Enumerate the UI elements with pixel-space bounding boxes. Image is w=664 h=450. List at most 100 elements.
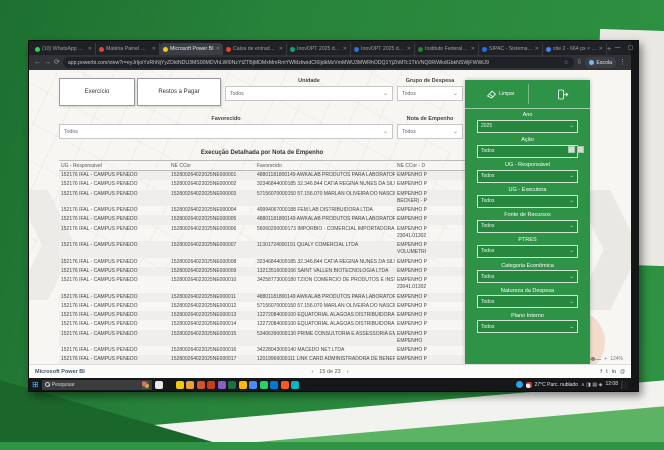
table-row[interactable]: 152176 IFAL - CAMPUS PENEDO 152800264022… xyxy=(59,206,465,215)
table-row[interactable]: 152176 IFAL - CAMPUS PENEDO 152800264022… xyxy=(59,311,465,320)
tab-close-icon[interactable]: ✕ xyxy=(279,46,283,52)
tray-icon[interactable]: ▤ xyxy=(592,382,597,388)
clock[interactable]: 12:08 xyxy=(605,382,618,388)
tab-close-icon[interactable]: ✕ xyxy=(407,46,411,52)
taskbar-search[interactable]: Pesquisar xyxy=(42,380,152,390)
tray-icon[interactable]: ◨ xyxy=(586,382,591,388)
browser-tab[interactable]: Matéria Painel Orça… ✕ xyxy=(96,43,160,55)
app-icon[interactable] xyxy=(239,381,247,389)
exit-button[interactable] xyxy=(557,89,569,100)
minimize-button[interactable]: — xyxy=(611,45,624,51)
forward-icon[interactable]: → xyxy=(44,59,51,66)
maximize-button[interactable]: ▢ xyxy=(624,45,637,51)
table-row[interactable]: 152176 IFAL - CAMPUS PENEDO 152800264022… xyxy=(59,302,465,311)
column-header-descricao[interactable]: NE CCor - D xyxy=(395,161,465,170)
browser-tab[interactable]: Instituto Federal de… ✕ xyxy=(415,43,479,55)
app-icon[interactable] xyxy=(186,381,194,389)
browser-tab[interactable]: SIPAC - Sistema Inte… ✕ xyxy=(479,43,543,55)
table-row[interactable]: 152176 IFAL - CAMPUS PENEDO 152800264022… xyxy=(59,171,465,180)
app-icon[interactable] xyxy=(155,381,163,389)
browser-tab[interactable]: InovOPT 2025 discur… ✕ xyxy=(351,43,415,55)
zoom-in-icon[interactable]: + xyxy=(604,356,607,362)
table-row[interactable]: 152176 IFAL - CAMPUS PENEDO 152800264022… xyxy=(59,346,465,355)
slicer-dropdown[interactable]: Todos ⌄ xyxy=(477,295,578,308)
unidade-dropdown[interactable]: Todos ⌄ xyxy=(225,86,393,101)
app-icon[interactable] xyxy=(291,381,299,389)
slicer-dropdown[interactable]: Todos ⌄ xyxy=(477,145,578,158)
browser-tab[interactable]: site 2 - 664 px × 450… ✕ xyxy=(543,43,607,55)
table-row[interactable]: 152176 IFAL - CAMPUS PENEDO 152800264022… xyxy=(59,241,465,258)
app-icon[interactable] xyxy=(249,381,257,389)
restos-a-pagar-button[interactable]: Restos a Pagar xyxy=(137,78,221,106)
address-bar[interactable]: app.powerbi.com/view?r=eyJrIjoiYzRhNjYyZ… xyxy=(63,57,574,68)
app-icon[interactable] xyxy=(207,381,215,389)
column-header-ne-ccor[interactable]: NE CCor xyxy=(169,161,255,170)
table-row[interactable]: 152176 IFAL - CAMPUS PENEDO 152800264022… xyxy=(59,330,465,347)
slicer-dropdown[interactable]: 2025 ⌄ xyxy=(477,120,578,133)
tab-close-icon[interactable]: ✕ xyxy=(88,46,92,52)
tab-close-icon[interactable]: ✕ xyxy=(471,46,475,52)
tab-close-icon[interactable]: ✕ xyxy=(152,46,156,52)
table-row[interactable]: 152176 IFAL - CAMPUS PENEDO 152800264022… xyxy=(59,215,465,224)
app-icon[interactable] xyxy=(176,381,184,389)
clear-filters-button[interactable]: Limpar xyxy=(486,89,514,99)
app-icon[interactable] xyxy=(260,381,268,389)
browser-tab[interactable]: Microsoft Power BI ✕ xyxy=(160,43,223,55)
table-row[interactable]: 152176 IFAL - CAMPUS PENEDO 152800264022… xyxy=(59,276,465,293)
slicer-dropdown[interactable]: Todos ⌄ xyxy=(477,320,578,333)
bookmark-star-icon[interactable]: ☆ xyxy=(564,60,569,66)
tab-close-icon[interactable]: ✕ xyxy=(343,46,347,52)
slicer-dropdown[interactable]: Todos ⌄ xyxy=(477,220,578,233)
show-desktop-button[interactable] xyxy=(621,381,628,389)
start-button[interactable]: ⊞ xyxy=(32,381,39,389)
slicer-dropdown[interactable]: Todos ⌄ xyxy=(477,170,578,183)
column-header-favorecido[interactable]: Favorecido xyxy=(255,161,395,170)
column-header-ug[interactable]: UG - Responsável xyxy=(59,161,169,170)
table-row[interactable]: 152176 IFAL - CAMPUS PENEDO 152800264022… xyxy=(59,190,465,207)
browser-menu-icon[interactable]: ⋮ xyxy=(619,59,626,66)
app-icon[interactable] xyxy=(218,381,226,389)
next-page-icon[interactable]: › xyxy=(347,369,349,375)
app-icon[interactable] xyxy=(270,381,278,389)
weather-text[interactable]: 27°C Parc. nublado xyxy=(535,382,578,388)
app-icon[interactable] xyxy=(281,381,289,389)
browser-tab[interactable]: InovOPT 2025 discur… ✕ xyxy=(287,43,351,55)
close-button[interactable]: ✕ xyxy=(637,45,650,51)
slicer-dropdown[interactable]: Todos ⌄ xyxy=(477,245,578,258)
table-row[interactable]: 152176 IFAL - CAMPUS PENEDO 152800264022… xyxy=(59,293,465,302)
reload-icon[interactable]: ⟳ xyxy=(54,59,60,66)
select-all-button[interactable] xyxy=(568,146,575,153)
zoom-slider-knob[interactable] xyxy=(591,357,595,361)
nota-empenho-dropdown[interactable]: Todos ⌄ xyxy=(397,124,463,139)
browser-tab[interactable]: (10) WhatsApp Busi… ✕ xyxy=(32,43,96,55)
tab-close-icon[interactable]: ✕ xyxy=(535,46,539,52)
clear-selection-button[interactable] xyxy=(577,146,584,153)
slicer-dropdown[interactable]: Todos ⌄ xyxy=(477,195,578,208)
cell-ne-ccor: 152800264022025NE000013 xyxy=(169,311,255,320)
tray-icon[interactable]: ◈ xyxy=(599,382,603,388)
favorecido-dropdown[interactable]: Todos ⌄ xyxy=(59,124,393,139)
browser-tab[interactable]: Caixa de entrada (1… ✕ xyxy=(223,43,287,55)
tab-close-icon[interactable]: ✕ xyxy=(599,46,603,52)
search-highlight-image[interactable] xyxy=(142,381,149,389)
teams-icon[interactable] xyxy=(516,381,523,388)
table-row[interactable]: 152176 IFAL - CAMPUS PENEDO 152800264022… xyxy=(59,320,465,329)
slicer-dropdown[interactable]: Todos ⌄ xyxy=(477,270,578,283)
download-icon[interactable]: ⇩ xyxy=(577,59,583,66)
app-icon[interactable] xyxy=(165,381,173,389)
grupo-despesa-dropdown[interactable]: Todos ⌄ xyxy=(397,86,463,101)
profile-button[interactable]: Escola xyxy=(585,57,616,68)
back-icon[interactable]: ← xyxy=(34,59,41,66)
tab-close-icon[interactable]: ✕ xyxy=(216,46,220,52)
cell-descricao: EMPENHO P xyxy=(395,171,465,180)
table-row[interactable]: 152176 IFAL - CAMPUS PENEDO 152800264022… xyxy=(59,258,465,267)
table-row[interactable]: 152176 IFAL - CAMPUS PENEDO 152800264022… xyxy=(59,225,465,242)
table-row[interactable]: 152176 IFAL - CAMPUS PENEDO 152800264022… xyxy=(59,180,465,189)
exercicio-button[interactable]: Exercício xyxy=(59,78,135,106)
app-icon[interactable] xyxy=(197,381,205,389)
prev-page-icon[interactable]: ‹ xyxy=(311,369,313,375)
tray-icon[interactable]: ∧ xyxy=(581,382,585,388)
table-row[interactable]: 152176 IFAL - CAMPUS PENEDO 152800264022… xyxy=(59,355,465,364)
app-icon[interactable] xyxy=(228,381,236,389)
table-row[interactable]: 152176 IFAL - CAMPUS PENEDO 152800264022… xyxy=(59,267,465,276)
